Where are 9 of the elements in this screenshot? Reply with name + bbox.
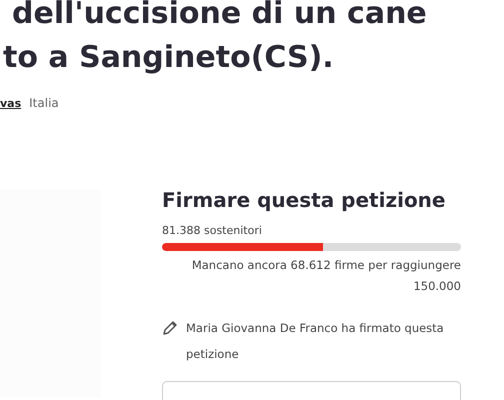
recent-signer-text: Maria Giovanna De Franco ha firmato questa petizione (186, 320, 445, 363)
remaining-text: Mancano ancora 68.612 firme per raggiungere 150.000 (190, 257, 461, 295)
location-text: Italia (29, 96, 59, 110)
petition-title: to a Sangineto(CS). (2, 39, 335, 77)
pencil-icon (162, 320, 178, 336)
sign-heading: Firmare questa petizione (162, 188, 446, 212)
author-link[interactable]: vas (0, 97, 22, 110)
petition-title: dell'uccisione di un cane (11, 0, 428, 33)
supporter-count: 81.388 sostenitori (162, 224, 263, 237)
